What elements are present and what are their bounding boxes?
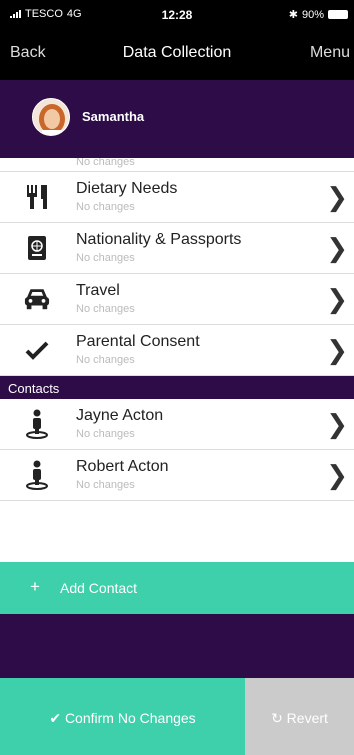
person-icon: [24, 409, 50, 439]
nav-bar: Back Data Collection Menu: [0, 28, 354, 80]
confirm-label: ✔ Confirm No Changes: [49, 710, 196, 726]
revert-button[interactable]: ↻ Revert: [245, 678, 354, 755]
checkmark-icon: [24, 337, 50, 363]
list-item-dietary-needs[interactable]: Dietary Needs No changes ❯: [0, 172, 354, 223]
list-item-label: Robert Acton: [76, 458, 169, 475]
list-item[interactable]: No changes: [0, 158, 354, 172]
list-item-status: No changes: [76, 158, 135, 168]
list-item-status: No changes: [76, 354, 135, 366]
chevron-right-icon: ❯: [326, 409, 348, 439]
car-icon: [24, 286, 50, 312]
avatar: [32, 98, 70, 136]
battery-info: ✱ 90%: [289, 8, 348, 21]
list-item-status: No changes: [76, 252, 135, 264]
profile-name: Samantha: [82, 109, 145, 124]
plus-icon: +: [30, 577, 40, 596]
footer-band: [0, 614, 354, 678]
list-item-parental-consent[interactable]: Parental Consent No changes ❯: [0, 325, 354, 376]
battery-percent: 90%: [301, 8, 324, 21]
status-bar: TESCO 4G 12:28 ✱ 90%: [0, 0, 354, 28]
confirm-no-changes-button[interactable]: ✔ Confirm No Changes: [0, 678, 245, 755]
person-icon: [24, 460, 50, 490]
battery-icon: [328, 10, 348, 19]
list-item-label: Nationality & Passports: [76, 231, 242, 248]
add-contact-button[interactable]: + Add Contact: [0, 562, 354, 614]
chevron-right-icon: ❯: [326, 335, 348, 365]
data-list: No changes Dietary Needs No changes ❯ Na…: [0, 158, 354, 501]
chevron-right-icon: ❯: [326, 460, 348, 490]
menu-button[interactable]: Menu: [310, 44, 350, 62]
list-item-status: No changes: [76, 479, 135, 491]
contact-item-jayne-acton[interactable]: Jayne Acton No changes ❯: [0, 399, 354, 450]
passport-icon: [24, 235, 50, 261]
list-item-travel[interactable]: Travel No changes ❯: [0, 274, 354, 325]
list-item-label: Parental Consent: [76, 333, 200, 350]
list-item-label: Travel: [76, 282, 120, 299]
add-contact-label: Add Contact: [60, 580, 138, 596]
list-item-label: Dietary Needs: [76, 180, 178, 197]
chevron-right-icon: ❯: [326, 284, 348, 314]
utensils-icon: [24, 184, 50, 210]
list-item-status: No changes: [76, 201, 135, 213]
revert-label: ↻ Revert: [271, 710, 328, 726]
section-header-contacts: Contacts: [0, 376, 354, 399]
contact-item-robert-acton[interactable]: Robert Acton No changes ❯: [0, 450, 354, 501]
profile-header: Samantha: [0, 80, 354, 158]
chevron-right-icon: ❯: [326, 233, 348, 263]
list-item-status: No changes: [76, 428, 135, 440]
list-item-status: No changes: [76, 303, 135, 315]
bluetooth-icon: ✱: [288, 9, 298, 21]
list-item-label: Jayne Acton: [76, 407, 164, 424]
list-item-nationality-passports[interactable]: Nationality & Passports No changes ❯: [0, 223, 354, 274]
page-title: Data Collection: [122, 44, 232, 61]
chevron-right-icon: ❯: [326, 182, 348, 212]
